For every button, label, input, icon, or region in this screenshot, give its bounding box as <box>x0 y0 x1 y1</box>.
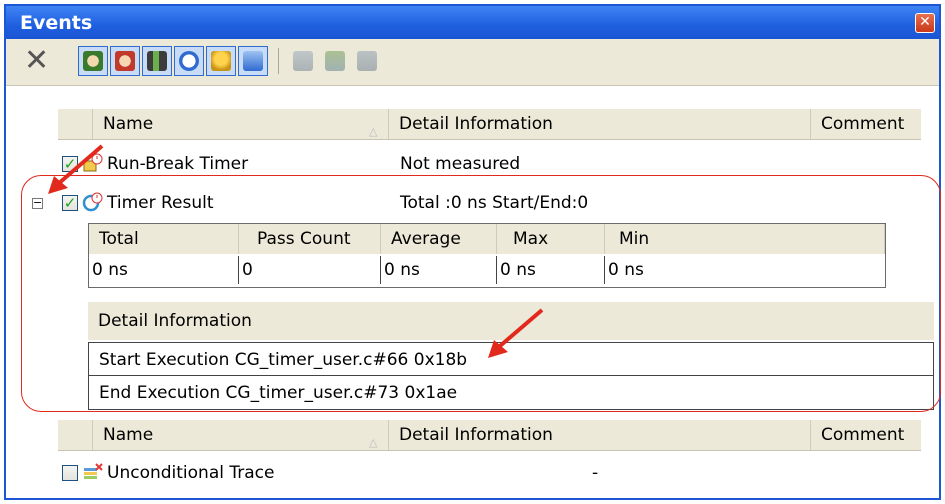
column-name[interactable]: Name △ <box>92 109 388 139</box>
column-name[interactable]: Name △ <box>92 420 388 450</box>
column-detail[interactable]: Detail Information <box>388 109 810 139</box>
column-detail[interactable]: Detail Information <box>388 420 810 450</box>
toolbar-separator <box>278 48 279 74</box>
toolbar: ✕ <box>6 39 939 86</box>
column-detail-label: Detail Information <box>399 114 553 134</box>
timer-event-icon <box>83 153 103 172</box>
highlight-frame <box>21 175 941 412</box>
event-detail: - <box>592 463 599 483</box>
column-comment-label: Comment <box>821 425 905 445</box>
window-title: Events <box>20 12 93 34</box>
hardware-break-icon[interactable] <box>78 46 108 76</box>
event-name: Unconditional Trace <box>107 463 275 483</box>
software-break-icon[interactable] <box>110 46 140 76</box>
bell-icon[interactable] <box>206 46 236 76</box>
column-comment-label: Comment <box>821 114 905 134</box>
disable-icon <box>352 46 382 76</box>
event-row[interactable]: ✓ Unconditional Trace - <box>6 458 936 488</box>
column-name-label: Name <box>103 114 154 134</box>
trace-icon[interactable] <box>142 46 172 76</box>
events-header-bottom: Name △ Detail Information Comment <box>58 420 921 451</box>
enable-icon <box>320 46 350 76</box>
edit-icon <box>288 46 318 76</box>
timer-icon[interactable] <box>174 46 204 76</box>
column-comment[interactable]: Comment <box>810 109 921 139</box>
column-detail-label: Detail Information <box>399 425 553 445</box>
event-checkbox[interactable]: ✓ <box>62 156 78 172</box>
column-comment[interactable]: Comment <box>810 420 921 450</box>
title-bar: Events ✕ <box>6 6 939 39</box>
close-icon[interactable]: ✕ <box>915 13 935 33</box>
sort-icon: △ <box>369 125 378 138</box>
event-checkbox[interactable]: ✓ <box>62 465 78 481</box>
events-header: Name △ Detail Information Comment <box>58 109 921 140</box>
delete-icon[interactable]: ✕ <box>24 45 49 77</box>
display-icon[interactable] <box>238 46 268 76</box>
trace-event-icon <box>84 463 103 479</box>
column-name-label: Name <box>103 425 154 445</box>
sort-icon: △ <box>369 436 378 449</box>
